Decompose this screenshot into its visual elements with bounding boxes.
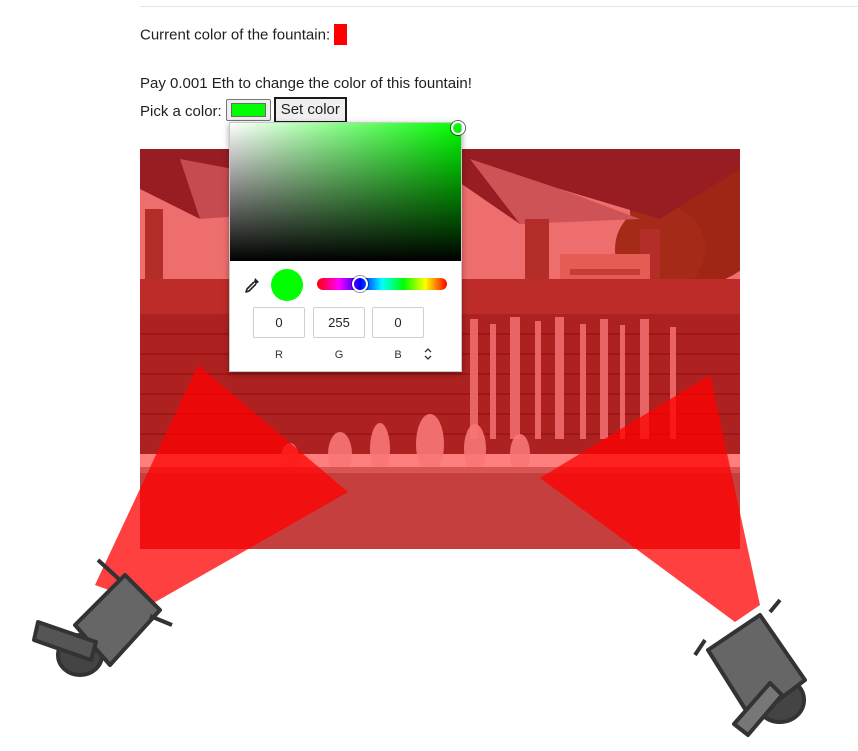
saturation-area[interactable] xyxy=(230,121,465,261)
spotlight-layer xyxy=(32,365,807,737)
hue-handle[interactable] xyxy=(352,276,369,292)
g-label: G xyxy=(334,349,344,361)
color-preview xyxy=(271,269,303,301)
g-input[interactable]: 255 xyxy=(313,307,365,338)
b-input[interactable]: 0 xyxy=(372,307,424,338)
eyedropper-icon[interactable] xyxy=(243,276,261,294)
b-label: B xyxy=(394,349,402,361)
hue-slider[interactable] xyxy=(317,276,447,292)
r-label: R xyxy=(275,349,283,361)
color-picker-popup: 0 255 0 R G B xyxy=(229,121,465,372)
spotlight-right-icon xyxy=(693,598,807,737)
saturation-handle[interactable] xyxy=(451,121,465,135)
mode-toggle-icon[interactable] xyxy=(423,347,433,361)
spotlight-beam-right xyxy=(540,375,760,622)
spotlight-beam-left xyxy=(95,365,348,605)
saturation-black-layer xyxy=(230,123,461,261)
r-input[interactable]: 0 xyxy=(253,307,305,338)
